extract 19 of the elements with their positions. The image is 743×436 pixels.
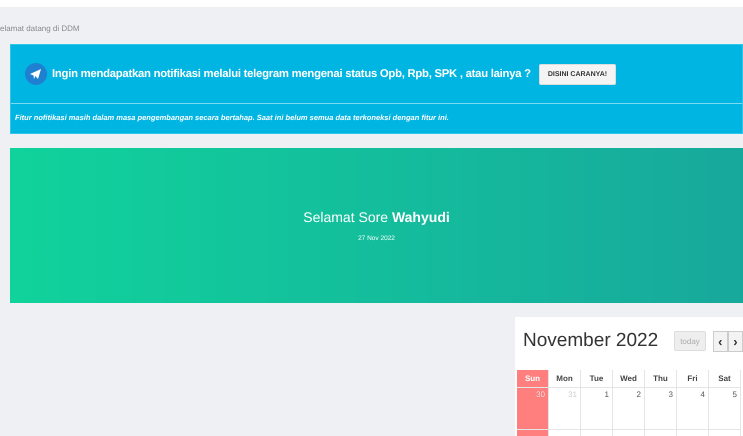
day-cell[interactable]: 3 [645,388,677,430]
day-cell[interactable]: 1 [581,388,613,430]
weekday-header: Thu [645,370,677,388]
greeting-text: Selamat Sore Wahyudi [303,209,450,225]
weekday-header: Sat [709,370,741,388]
next-month-button[interactable]: › [728,330,743,352]
weekday-header: Tue [581,370,613,388]
day-cell[interactable]: 5 [709,388,741,430]
day-cell[interactable]: 4 [677,388,709,430]
telegram-icon [25,63,47,85]
prev-month-button[interactable]: ‹ [712,330,728,352]
calendar-title: November 2022 [523,330,658,352]
welcome-text: elamat datang di DDM [0,24,80,33]
weekday-header: Fri [677,370,709,388]
day-cell[interactable]: 2 [613,388,645,430]
weekday-header: Wed [613,370,645,388]
notice-headline: Ingin mendapatkan notifikasi melalui telegram mengenai status Opb, Rpb, SPK , atau lainya ? [52,68,531,80]
weekday-header: Mon [549,370,581,388]
weekday-header: Sun [517,370,549,388]
